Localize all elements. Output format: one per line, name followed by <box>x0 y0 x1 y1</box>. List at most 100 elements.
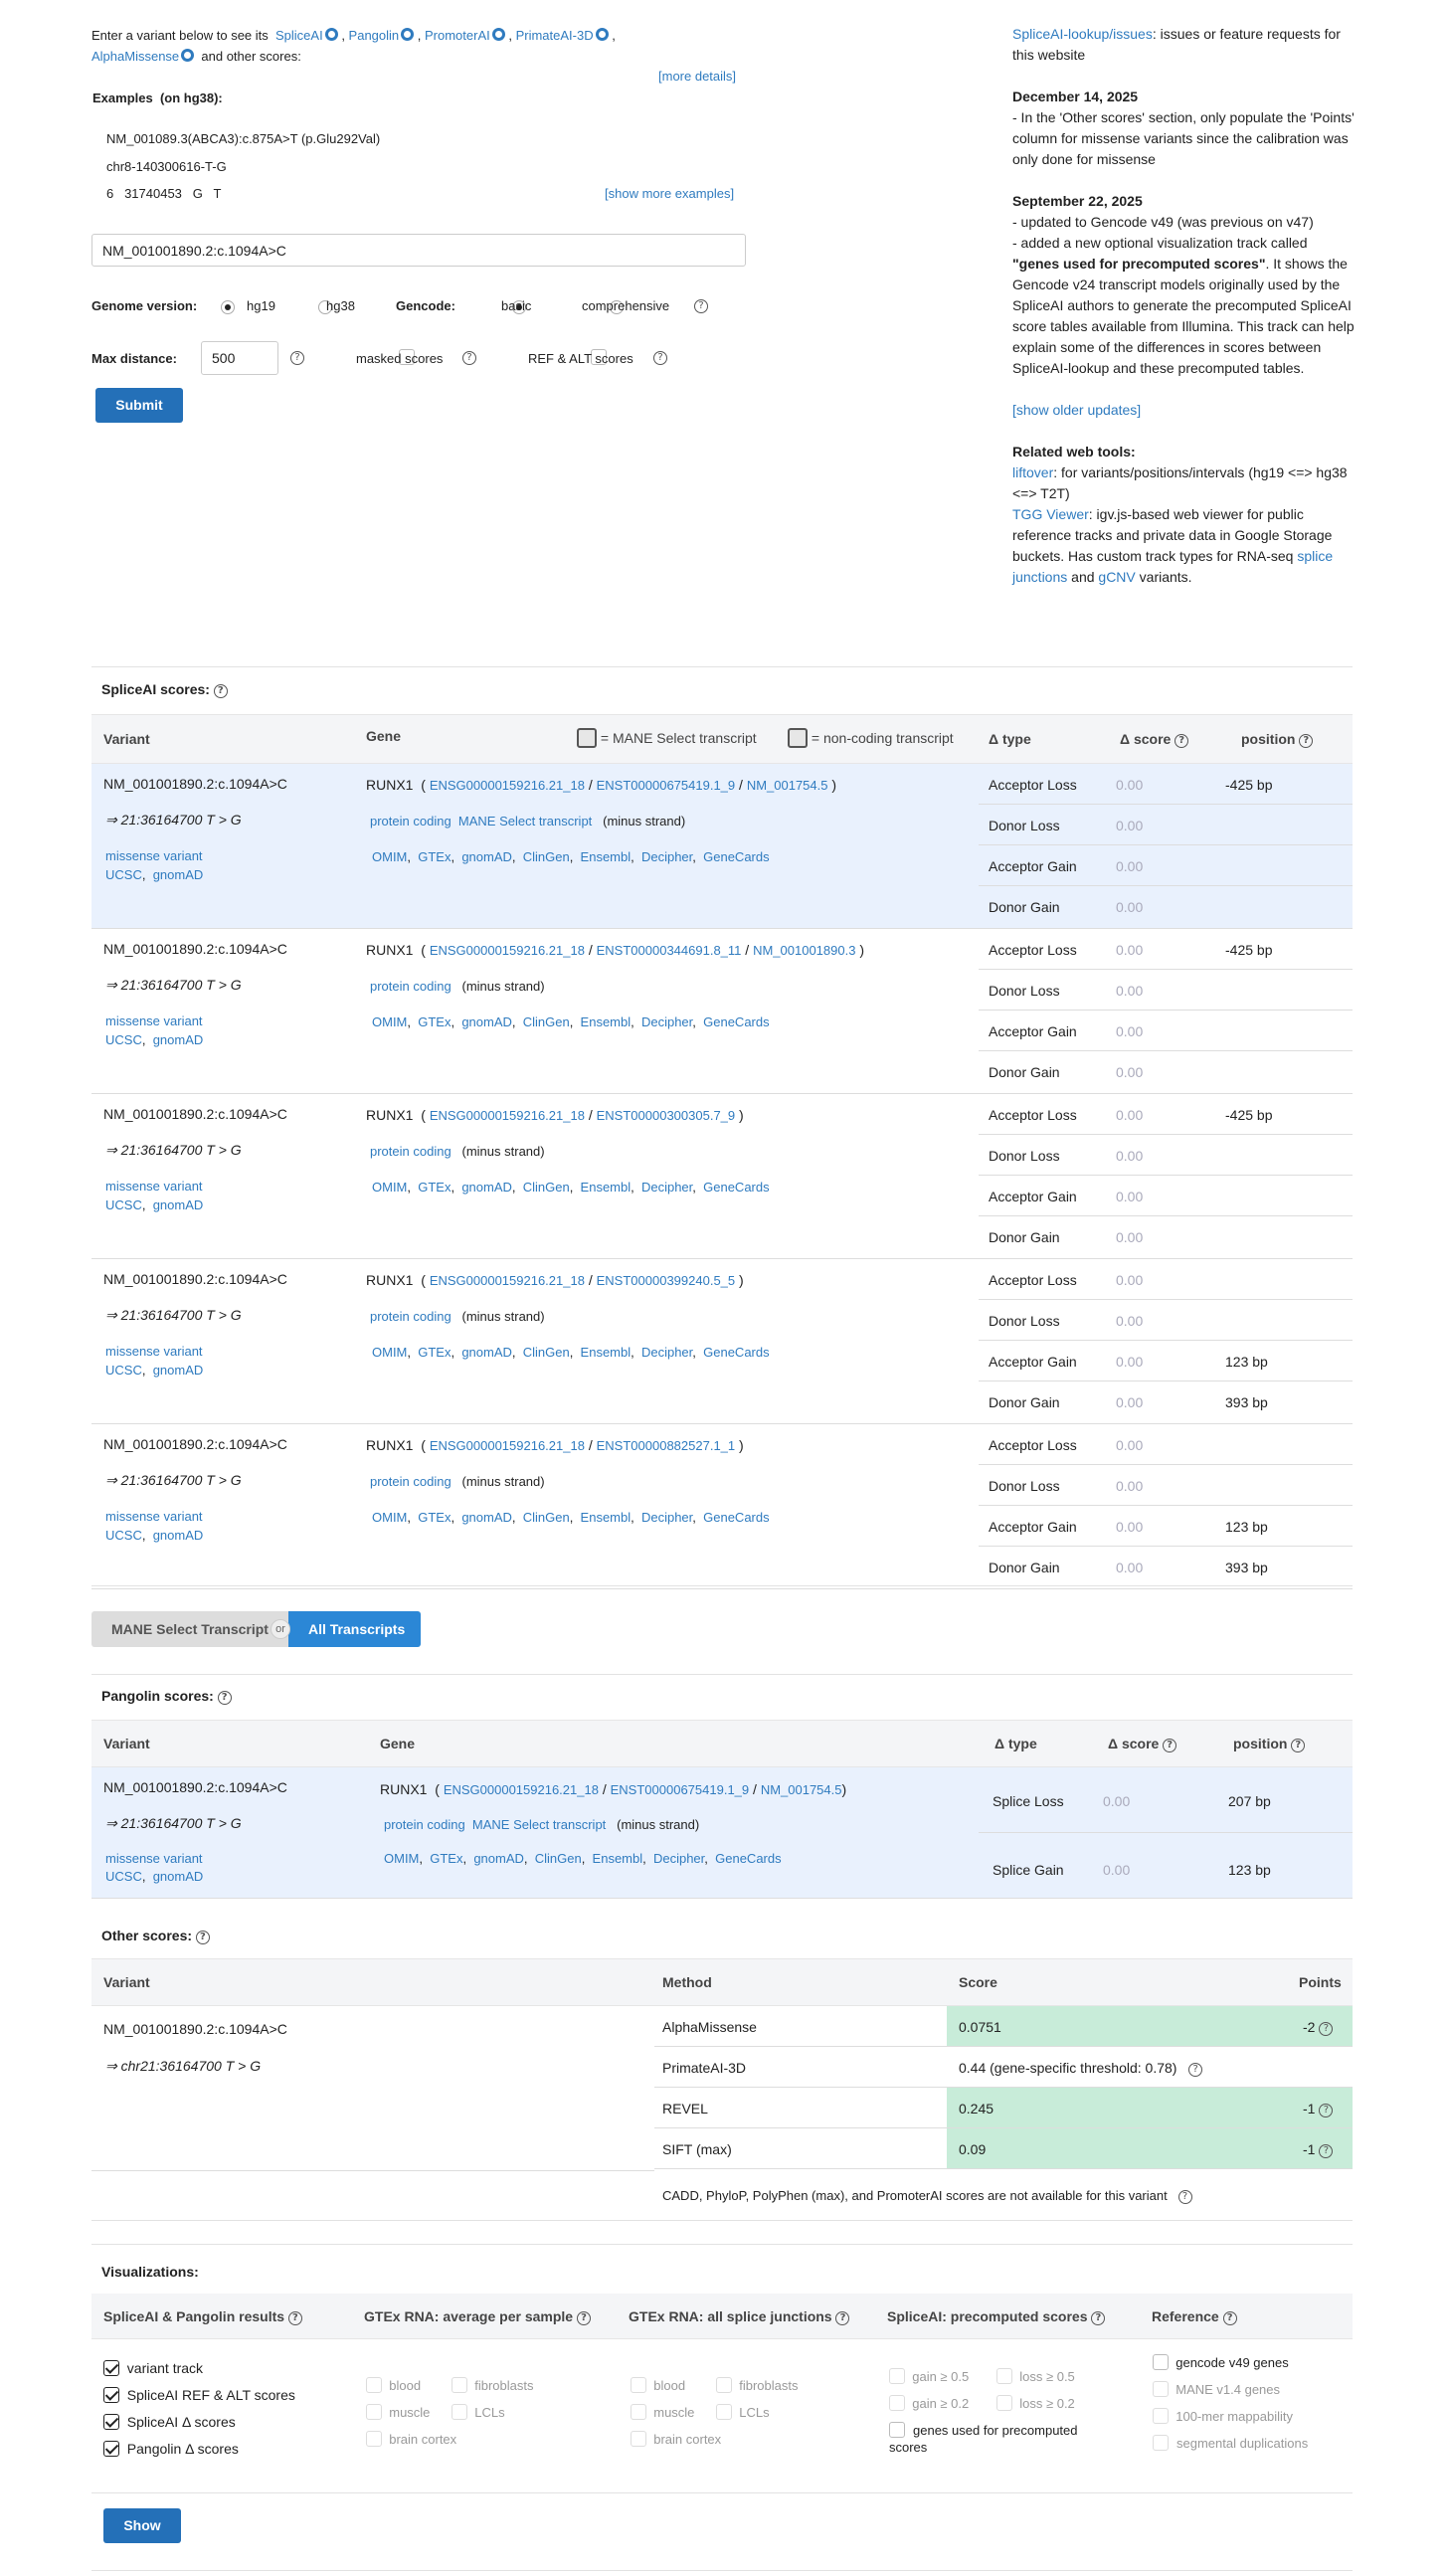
decipher-link[interactable]: Decipher <box>641 849 692 864</box>
show-more-examples-link[interactable]: [show more examples] <box>605 186 734 201</box>
help-icon[interactable]: ? <box>1319 2022 1334 2036</box>
gnomad-gene-link[interactable]: gnomAD <box>461 1510 512 1525</box>
hg19-label[interactable]: hg19 <box>247 298 275 313</box>
gtex-link[interactable]: GTEx <box>430 1851 462 1866</box>
protein-coding-link[interactable]: protein coding <box>370 1474 452 1489</box>
lcls-checkbox[interactable] <box>716 2404 732 2420</box>
ucsc-link[interactable]: UCSC <box>105 1363 142 1378</box>
gnomad-gene-link[interactable]: gnomAD <box>461 1180 512 1195</box>
submit-button[interactable]: Submit <box>95 388 183 423</box>
genecards-link[interactable]: GeneCards <box>703 1345 769 1360</box>
help-icon[interactable]: ? <box>217 1691 232 1705</box>
example-3[interactable]: 6 31740453 G T <box>106 186 221 201</box>
decipher-link[interactable]: Decipher <box>641 1510 692 1525</box>
omim-link[interactable]: OMIM <box>372 1014 407 1029</box>
example-1[interactable]: NM_001089.3(ABCA3):c.875A>T (p.Glu292Val… <box>106 131 380 146</box>
gnomad-link[interactable]: gnomAD <box>153 867 204 882</box>
ucsc-link[interactable]: UCSC <box>105 1032 142 1047</box>
all-transcripts-toggle[interactable]: All Transcripts <box>288 1611 421 1647</box>
clingen-link[interactable]: ClinGen <box>523 1014 570 1029</box>
gtex-link[interactable]: GTEx <box>418 1510 451 1525</box>
help-icon[interactable]: ? <box>1222 2311 1237 2325</box>
ensembl-link[interactable]: Ensembl <box>581 1345 632 1360</box>
basic-label[interactable]: basic <box>501 298 531 313</box>
help-icon[interactable]: ? <box>653 351 667 365</box>
ucsc-link[interactable]: UCSC <box>105 1197 142 1212</box>
ensg-link[interactable]: ENSG00000159216.21_18 <box>430 1438 585 1453</box>
gtex-link[interactable]: GTEx <box>418 849 451 864</box>
help-icon[interactable]: ? <box>1091 2311 1106 2325</box>
primateai-link[interactable]: PrimateAI-3D <box>516 28 594 43</box>
brain-cortex-checkbox[interactable] <box>366 2431 382 2447</box>
nm-link[interactable]: NM_001001890.3 <box>753 943 855 958</box>
consequence-link[interactable]: missense variant <box>105 848 203 863</box>
genecards-link[interactable]: GeneCards <box>703 1510 769 1525</box>
ensembl-link[interactable]: Ensembl <box>581 1510 632 1525</box>
pangolin-link[interactable]: Pangolin <box>349 28 400 43</box>
muscle-checkbox[interactable] <box>366 2404 382 2420</box>
gnomad-gene-link[interactable]: gnomAD <box>473 1851 524 1866</box>
enst-link[interactable]: ENST00000344691.8_11 <box>597 943 742 958</box>
clingen-link[interactable]: ClinGen <box>523 1345 570 1360</box>
spliceai-refalt-checkbox[interactable] <box>103 2387 119 2403</box>
nm-link[interactable]: NM_001754.5 <box>747 778 828 793</box>
example-2[interactable]: chr8-140300616-T-G <box>106 159 227 174</box>
clingen-link[interactable]: ClinGen <box>523 1180 570 1195</box>
ensembl-link[interactable]: Ensembl <box>581 1180 632 1195</box>
ref-alt-label[interactable]: REF & ALT scores <box>528 351 633 366</box>
protein-coding-link[interactable]: protein coding <box>370 1309 452 1324</box>
ensembl-link[interactable]: Ensembl <box>581 849 632 864</box>
gain-02-checkbox[interactable] <box>889 2395 905 2411</box>
help-icon[interactable]: ? <box>1177 2190 1192 2204</box>
loss-05-checkbox[interactable] <box>996 2368 1012 2384</box>
consequence-link[interactable]: missense variant <box>105 1344 203 1359</box>
ucsc-link[interactable]: UCSC <box>105 1869 142 1884</box>
help-icon[interactable]: ? <box>1188 2063 1203 2077</box>
help-icon[interactable]: ? <box>290 351 304 365</box>
omim-link[interactable]: OMIM <box>372 1510 407 1525</box>
help-icon[interactable]: ? <box>1319 2104 1334 2117</box>
gtex-link[interactable]: GTEx <box>418 1180 451 1195</box>
gnomad-link[interactable]: gnomAD <box>153 1032 204 1047</box>
mane-select-link[interactable]: MANE Select transcript <box>472 1817 606 1832</box>
help-icon[interactable]: ? <box>1175 734 1189 748</box>
brain-cortex-checkbox[interactable] <box>631 2431 646 2447</box>
genecards-link[interactable]: GeneCards <box>703 1014 769 1029</box>
protein-coding-link[interactable]: protein coding <box>370 814 452 828</box>
gnomad-gene-link[interactable]: gnomAD <box>461 849 512 864</box>
gtex-link[interactable]: GTEx <box>418 1345 451 1360</box>
mane-select-toggle[interactable]: MANE Select Transcript <box>91 1611 288 1647</box>
help-icon[interactable]: ? <box>287 2311 302 2325</box>
enst-link[interactable]: ENST00000300305.7_9 <box>597 1108 736 1123</box>
consequence-link[interactable]: missense variant <box>105 1179 203 1194</box>
mappability-checkbox[interactable] <box>1153 2408 1169 2424</box>
ensg-link[interactable]: ENSG00000159216.21_18 <box>430 778 585 793</box>
omim-link[interactable]: OMIM <box>372 1345 407 1360</box>
consequence-link[interactable]: missense variant <box>105 1013 203 1028</box>
help-icon[interactable]: ? <box>576 2311 591 2325</box>
clingen-link[interactable]: ClinGen <box>523 1510 570 1525</box>
tgg-viewer-link[interactable]: TGG Viewer <box>1012 506 1089 522</box>
ensg-link[interactable]: ENSG00000159216.21_18 <box>430 1108 585 1123</box>
protein-coding-link[interactable]: protein coding <box>384 1817 465 1832</box>
consequence-link[interactable]: missense variant <box>105 1509 203 1524</box>
mane-select-link[interactable]: MANE Select transcript <box>458 814 592 828</box>
enst-link[interactable]: ENST00000399240.5_5 <box>597 1273 736 1288</box>
help-icon[interactable]: ? <box>1319 2144 1334 2158</box>
promoterai-link[interactable]: PromoterAI <box>425 28 490 43</box>
ensg-link[interactable]: ENSG00000159216.21_18 <box>430 1273 585 1288</box>
gain-05-checkbox[interactable] <box>889 2368 905 2384</box>
genecards-link[interactable]: GeneCards <box>703 849 769 864</box>
ensembl-link[interactable]: Ensembl <box>581 1014 632 1029</box>
comprehensive-label[interactable]: comprehensive <box>582 298 669 313</box>
gnomad-link[interactable]: gnomAD <box>153 1197 204 1212</box>
spliceai-delta-checkbox[interactable] <box>103 2414 119 2430</box>
enst-link[interactable]: ENST00000675419.1_9 <box>597 778 736 793</box>
genecards-link[interactable]: GeneCards <box>715 1851 781 1866</box>
github-icon[interactable] <box>401 28 415 41</box>
genes-precomputed-checkbox[interactable] <box>889 2422 905 2438</box>
segdup-checkbox[interactable] <box>1153 2435 1169 2451</box>
gnomad-gene-link[interactable]: gnomAD <box>461 1014 512 1029</box>
gtex-link[interactable]: GTEx <box>418 1014 451 1029</box>
github-icon[interactable] <box>491 28 505 41</box>
